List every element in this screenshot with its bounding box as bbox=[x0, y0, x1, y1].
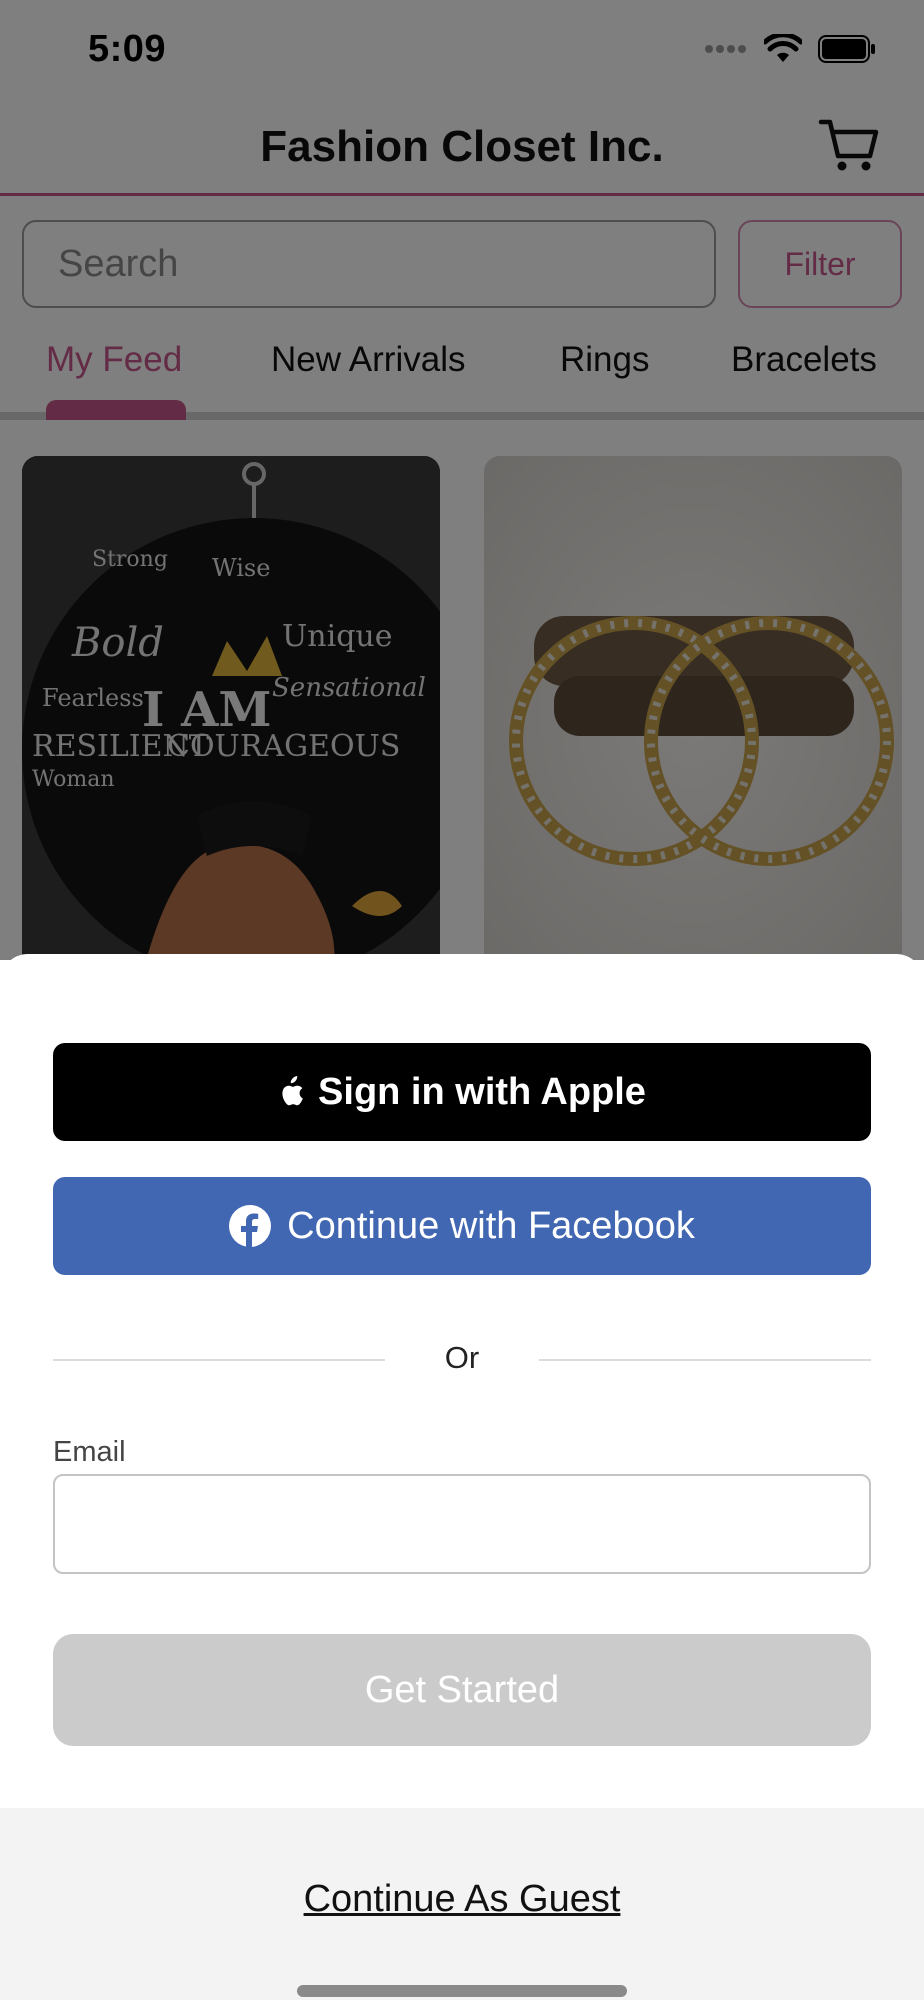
continue-facebook-label: Continue with Facebook bbox=[287, 1204, 695, 1247]
continue-as-guest-link[interactable]: Continue As Guest bbox=[0, 1878, 924, 1921]
dim-overlay[interactable] bbox=[0, 0, 924, 960]
divider-line-right bbox=[539, 1359, 871, 1361]
apple-icon bbox=[282, 1076, 303, 1106]
login-sheet: Sign in with Apple Continue with Faceboo… bbox=[0, 954, 924, 2000]
divider-line-left bbox=[53, 1359, 385, 1361]
email-label: Email bbox=[53, 1436, 126, 1468]
sign-in-apple-button[interactable]: Sign in with Apple bbox=[53, 1043, 871, 1141]
email-field[interactable] bbox=[53, 1474, 871, 1574]
sign-in-apple-label: Sign in with Apple bbox=[318, 1070, 646, 1113]
get-started-button[interactable]: Get Started bbox=[53, 1634, 871, 1746]
guest-footer: Continue As Guest bbox=[0, 1808, 924, 2000]
home-indicator bbox=[297, 1985, 627, 1997]
app-screen: 5:09 Fashion Closet Inc. bbox=[0, 0, 924, 2000]
continue-facebook-button[interactable]: Continue with Facebook bbox=[53, 1177, 871, 1275]
facebook-icon bbox=[229, 1205, 272, 1247]
or-divider-text: Or bbox=[444, 1340, 480, 1375]
